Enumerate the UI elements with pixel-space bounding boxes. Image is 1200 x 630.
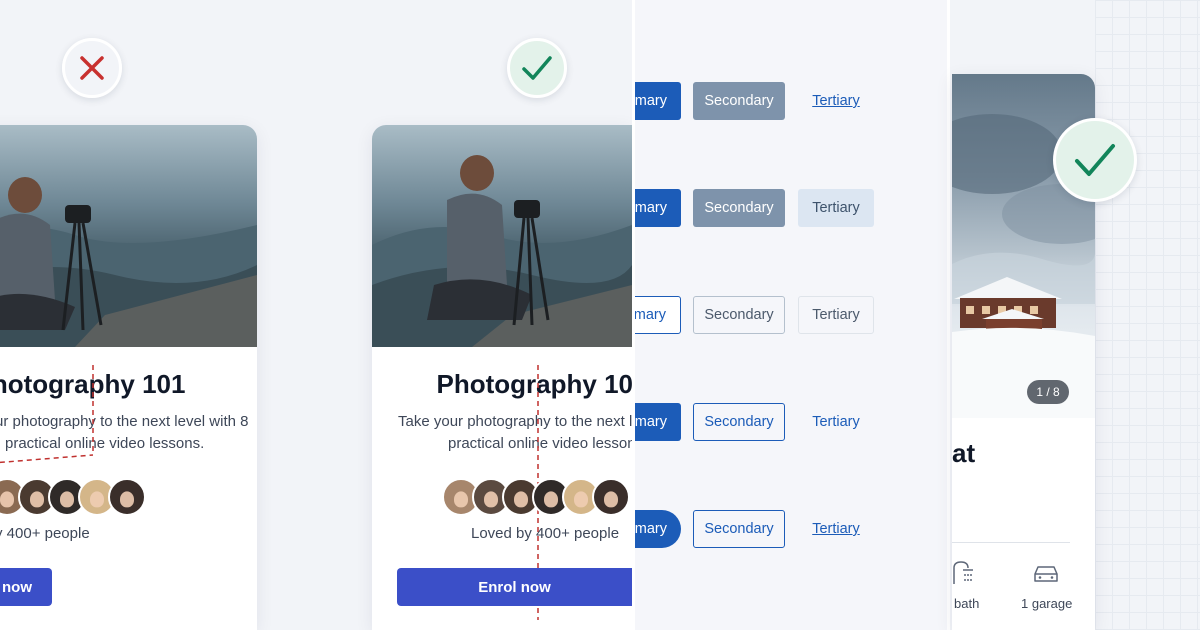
avatar-group [0, 478, 146, 516]
photo-counter: 1 / 8 [1027, 380, 1069, 404]
course-card-bad: Photography 101 ur photography to the ne… [0, 125, 257, 630]
primary-button[interactable]: mary [635, 189, 681, 227]
course-photo [372, 125, 632, 347]
tertiary-button[interactable]: Tertiary [798, 403, 874, 441]
primary-button[interactable]: mary [635, 510, 681, 548]
loved-by-text: Loved by 400+ people [471, 525, 620, 542]
button-row-2: mary Secondary Tertiary [635, 189, 947, 227]
good-example-badge [1053, 118, 1137, 202]
secondary-button[interactable]: Secondary [693, 510, 785, 548]
secondary-button[interactable]: Secondary [693, 82, 785, 120]
tertiary-button[interactable]: Tertiary [798, 189, 874, 227]
cross-icon [80, 56, 104, 80]
bad-example-badge [62, 38, 122, 98]
enroll-button[interactable]: Enrol now [397, 568, 632, 606]
loved-by-text: y 400+ people [0, 525, 90, 542]
photographer-photo-icon [0, 177, 257, 347]
avatar [592, 478, 630, 516]
enroll-button[interactable]: l now [0, 568, 52, 606]
grid-background [1095, 0, 1200, 630]
secondary-button[interactable]: Secondary [693, 296, 785, 334]
garage-label: 1 garage [1021, 596, 1073, 611]
primary-button[interactable]: mary [635, 296, 681, 334]
secondary-button[interactable]: Secondary [693, 403, 785, 441]
good-example-badge [507, 38, 567, 98]
primary-button[interactable]: mary [635, 403, 681, 441]
primary-button[interactable]: mary [635, 82, 681, 120]
check-icon [522, 56, 552, 80]
button-row-5: mary Secondary Tertiary [635, 510, 947, 548]
avatar [108, 478, 146, 516]
tertiary-button[interactable]: Tertiary [798, 82, 874, 120]
avatar-group [442, 478, 630, 516]
secondary-button[interactable]: Secondary [693, 189, 785, 227]
misalignment-guide [0, 365, 94, 464]
course-card-good: Photography 101 Take your photography to… [372, 125, 632, 630]
course-photo [0, 125, 257, 347]
button-row-3: mary Secondary Tertiary [635, 296, 947, 334]
button-row-4: mary Secondary Tertiary [635, 403, 947, 441]
button-row-1: mary Secondary Tertiary [635, 82, 947, 120]
tertiary-button[interactable]: Tertiary [798, 296, 874, 334]
tertiary-button[interactable]: Tertiary [798, 510, 874, 548]
shower-icon [953, 561, 973, 584]
property-title: at [952, 438, 976, 468]
car-icon [1034, 566, 1058, 582]
bath-label: bath [954, 596, 980, 611]
button-styles-panel: mary Secondary Tertiary mary Secondary T… [632, 0, 950, 630]
photographer-photo-icon [372, 155, 632, 347]
divider [952, 542, 1070, 543]
check-icon [1075, 144, 1115, 176]
